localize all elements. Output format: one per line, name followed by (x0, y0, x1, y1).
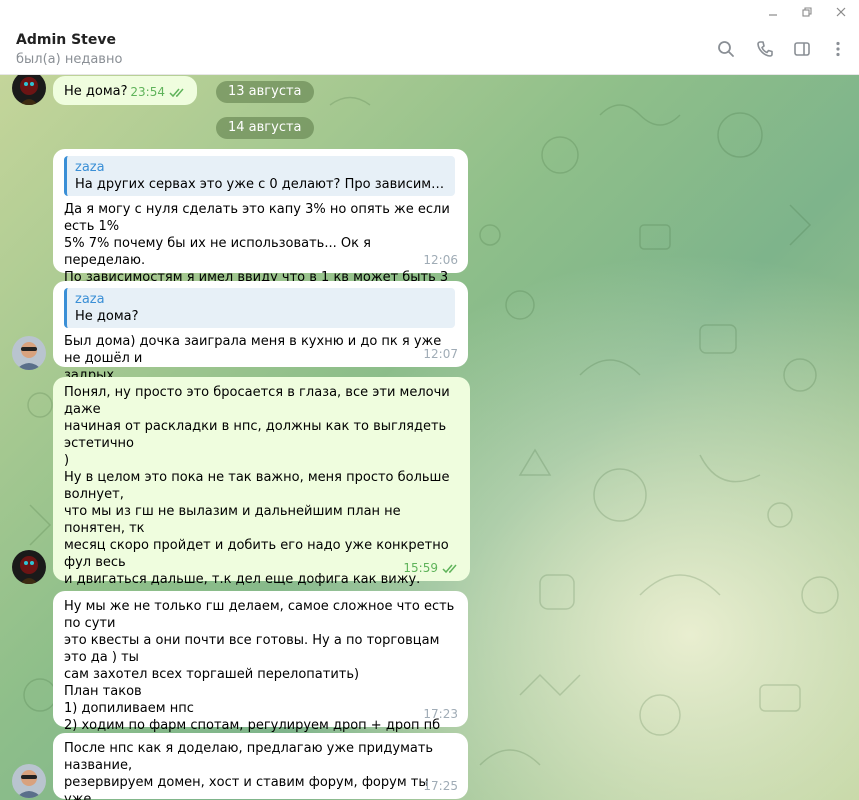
message-meta: 15:59 (403, 560, 460, 577)
avatar-image-icon (12, 336, 46, 370)
date-separator: 13 августа (216, 81, 314, 103)
search-button[interactable] (714, 37, 738, 61)
chat-area[interactable]: Не дома? 23:54 13 августа 14 августа zaz… (0, 75, 859, 800)
message-time: 15:59 (403, 561, 438, 575)
message-bubble-outgoing[interactable]: Не дома? 23:54 (53, 76, 197, 105)
quote-author: zaza (75, 160, 105, 175)
restore-icon (802, 7, 812, 17)
avatar-image-icon (12, 550, 46, 584)
message-bubble-incoming[interactable]: После нпс как я доделаю, предлагаю уже п… (53, 733, 468, 800)
avatar-image-icon (12, 764, 46, 798)
message-bubble-incoming[interactable]: zaza На других сервах это уже с 0 делают… (53, 149, 468, 319)
close-icon (836, 7, 846, 17)
message-bubble-incoming[interactable]: Ну мы же не только гш делаем, самое слож… (53, 591, 468, 750)
message-time: 23:54 (130, 85, 165, 99)
reply-quote[interactable]: zaza На других сервах это уже с 0 делают… (64, 156, 455, 196)
avatar-user[interactable] (12, 336, 46, 370)
window-titlebar (0, 0, 859, 24)
message-time: 12:06 (423, 253, 458, 267)
quote-text: Не дома? (75, 309, 139, 324)
avatar-user[interactable] (12, 764, 46, 798)
message-time: 17:25 (423, 779, 458, 793)
avatar-admin-steve[interactable] (12, 550, 46, 584)
sidebar-icon (794, 42, 810, 56)
chat-title[interactable]: Admin Steve (16, 32, 116, 48)
more-vertical-icon (836, 41, 840, 57)
message-bubble-outgoing[interactable]: Понял, ну просто это бросается в глаза, … (53, 377, 470, 689)
message-text: Ну мы же не только гш делаем, самое слож… (64, 599, 455, 750)
search-icon (718, 41, 734, 57)
message-meta: 23:54 (130, 84, 187, 101)
message-meta: 17:25 (423, 778, 458, 795)
message-meta: 12:07 (423, 346, 458, 363)
message-meta: 12:06 (423, 252, 458, 269)
more-button[interactable] (826, 37, 850, 61)
message-meta: 17:23 (423, 706, 458, 723)
date-separator: 14 августа (216, 117, 314, 139)
quote-text: На других сервах это уже с 0 делают? Про… (75, 177, 447, 192)
sidebar-toggle-button[interactable] (790, 37, 814, 61)
double-check-icon (442, 564, 457, 573)
call-button[interactable] (753, 37, 777, 61)
message-bubble-incoming[interactable]: zaza Не дома? Был дома) дочка заиграла м… (53, 281, 468, 383)
phone-icon (757, 41, 773, 57)
chat-status: был(а) недавно (16, 52, 123, 67)
message-time: 17:23 (423, 707, 458, 721)
restore-button[interactable] (792, 0, 822, 24)
quote-author: zaza (75, 292, 105, 307)
reply-quote[interactable]: zaza Не дома? (64, 288, 455, 328)
close-button[interactable] (826, 0, 856, 24)
message-time: 12:07 (423, 347, 458, 361)
double-check-icon (169, 88, 184, 97)
minimize-button[interactable] (758, 0, 788, 24)
minimize-icon (769, 14, 777, 16)
message-text: После нпс как я доделаю, предлагаю уже п… (64, 741, 434, 800)
chat-header: Admin Steve был(а) недавно (0, 24, 859, 75)
